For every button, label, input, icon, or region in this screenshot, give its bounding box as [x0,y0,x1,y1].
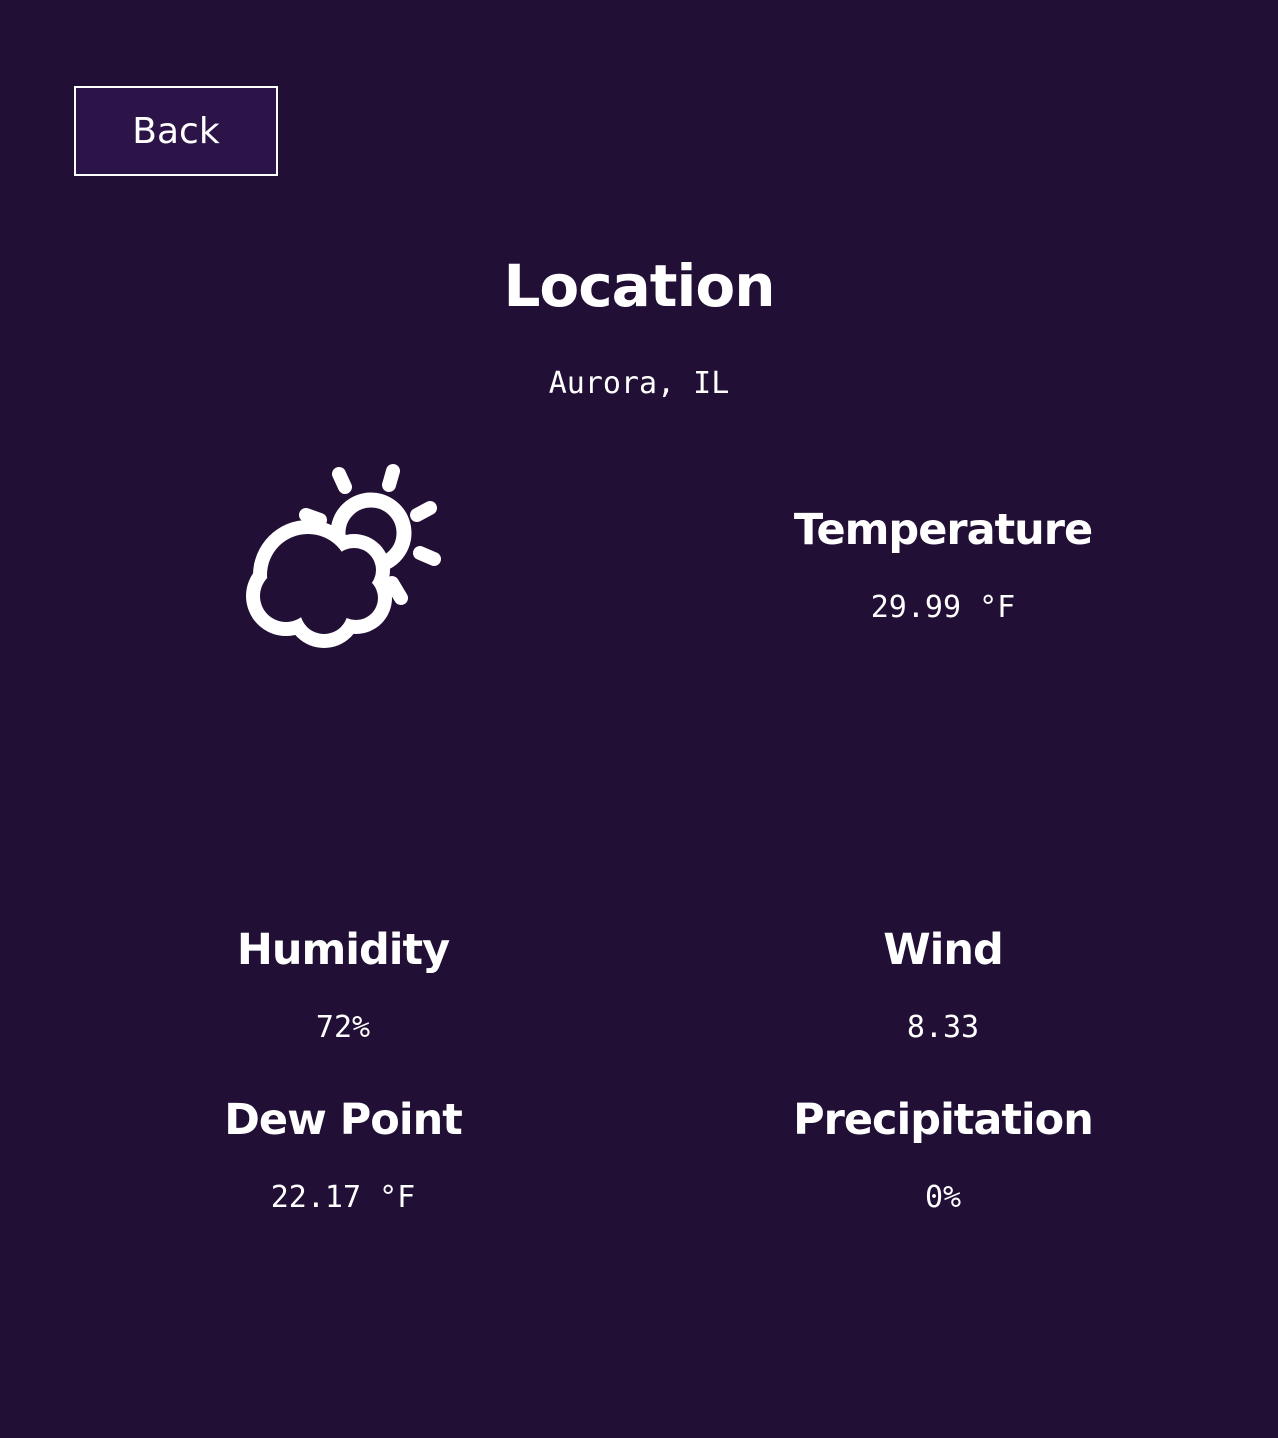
precipitation-value: 0% [924,1180,962,1215]
wind-stat: Wind 8.33 [643,922,1243,1048]
temperature-stat: Temperature 29.99 °F [643,502,1243,628]
humidity-stat: Humidity 72% [43,922,643,1048]
precipitation-label: Precipitation [793,1095,1094,1145]
dew-point-stat: Dew Point 22.17 °F [43,1092,643,1218]
location-name: Aurora, IL [548,366,730,401]
partly-cloudy-icon [246,464,441,648]
wind-label: Wind [883,925,1004,975]
back-button[interactable]: Back [74,86,278,176]
temperature-label: Temperature [793,505,1093,555]
dew-point-value: 22.17 °F [270,1180,416,1215]
humidity-value: 72% [315,1010,371,1045]
temperature-value: 29.99 °F [870,590,1016,625]
precipitation-stat: Precipitation 0% [643,1092,1243,1218]
humidity-label: Humidity [236,925,450,975]
dew-point-label: Dew Point [224,1095,463,1145]
page-title: Location [503,252,775,320]
wind-value: 8.33 [906,1010,980,1045]
